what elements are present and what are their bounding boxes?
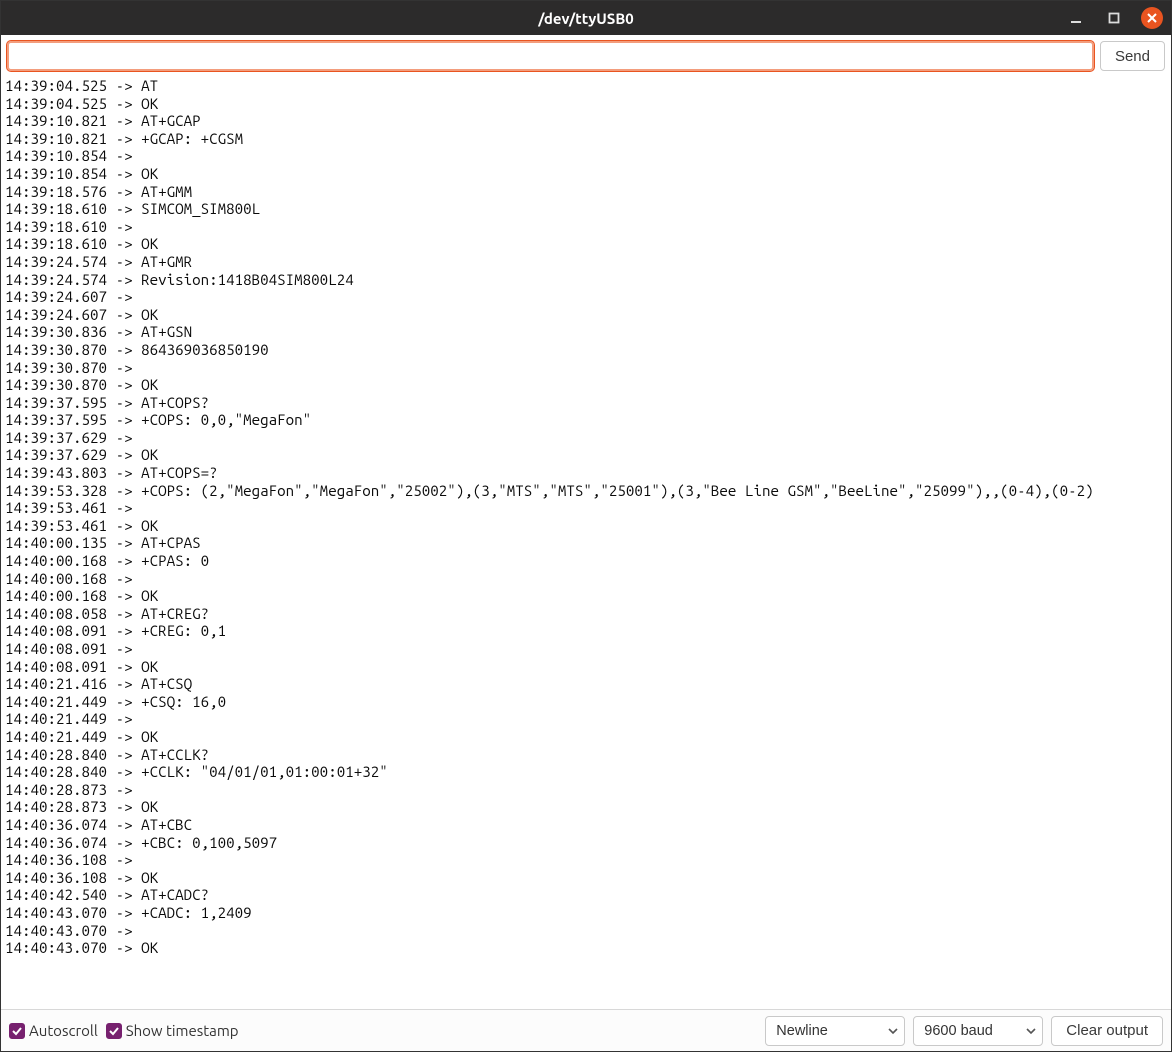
minimize-icon: [1070, 12, 1082, 24]
titlebar: /dev/ttyUSB0: [1, 1, 1171, 35]
check-icon: [109, 1026, 119, 1036]
close-icon: [1146, 12, 1158, 24]
baud-select-wrap: 300 baud1200 baud2400 baud4800 baud9600 …: [913, 1016, 1043, 1046]
autoscroll-label: Autoscroll: [29, 1022, 98, 1039]
show-timestamp-checkbox[interactable]: Show timestamp: [106, 1022, 239, 1039]
minimize-button[interactable]: [1065, 7, 1087, 29]
log-area[interactable]: 14:39:04.525 -> AT 14:39:04.525 -> OK 14…: [1, 77, 1171, 1009]
serial-monitor-window: /dev/ttyUSB0 Send 14:39:04.525 -> AT 14:…: [0, 0, 1172, 1052]
close-button[interactable]: [1141, 7, 1163, 29]
window-controls: [1065, 1, 1163, 35]
command-row: Send: [1, 35, 1171, 77]
clear-output-button[interactable]: Clear output: [1051, 1016, 1163, 1046]
log-text: 14:39:04.525 -> AT 14:39:04.525 -> OK 14…: [5, 77, 1167, 957]
check-icon: [12, 1026, 22, 1036]
maximize-icon: [1108, 12, 1120, 24]
baud-select[interactable]: 300 baud1200 baud2400 baud4800 baud9600 …: [913, 1016, 1043, 1046]
window-title: /dev/ttyUSB0: [538, 10, 634, 27]
footer: Autoscroll Show timestamp No line ending…: [1, 1009, 1171, 1051]
send-button[interactable]: Send: [1100, 41, 1165, 71]
timestamp-label: Show timestamp: [126, 1022, 239, 1039]
checkbox-icon: [106, 1023, 122, 1039]
autoscroll-checkbox[interactable]: Autoscroll: [9, 1022, 98, 1039]
line-ending-select[interactable]: No line endingNewlineCarriage returnBoth…: [765, 1016, 905, 1046]
maximize-button[interactable]: [1103, 7, 1125, 29]
checkbox-icon: [9, 1023, 25, 1039]
line-ending-select-wrap: No line endingNewlineCarriage returnBoth…: [765, 1016, 905, 1046]
command-input[interactable]: [7, 41, 1094, 71]
